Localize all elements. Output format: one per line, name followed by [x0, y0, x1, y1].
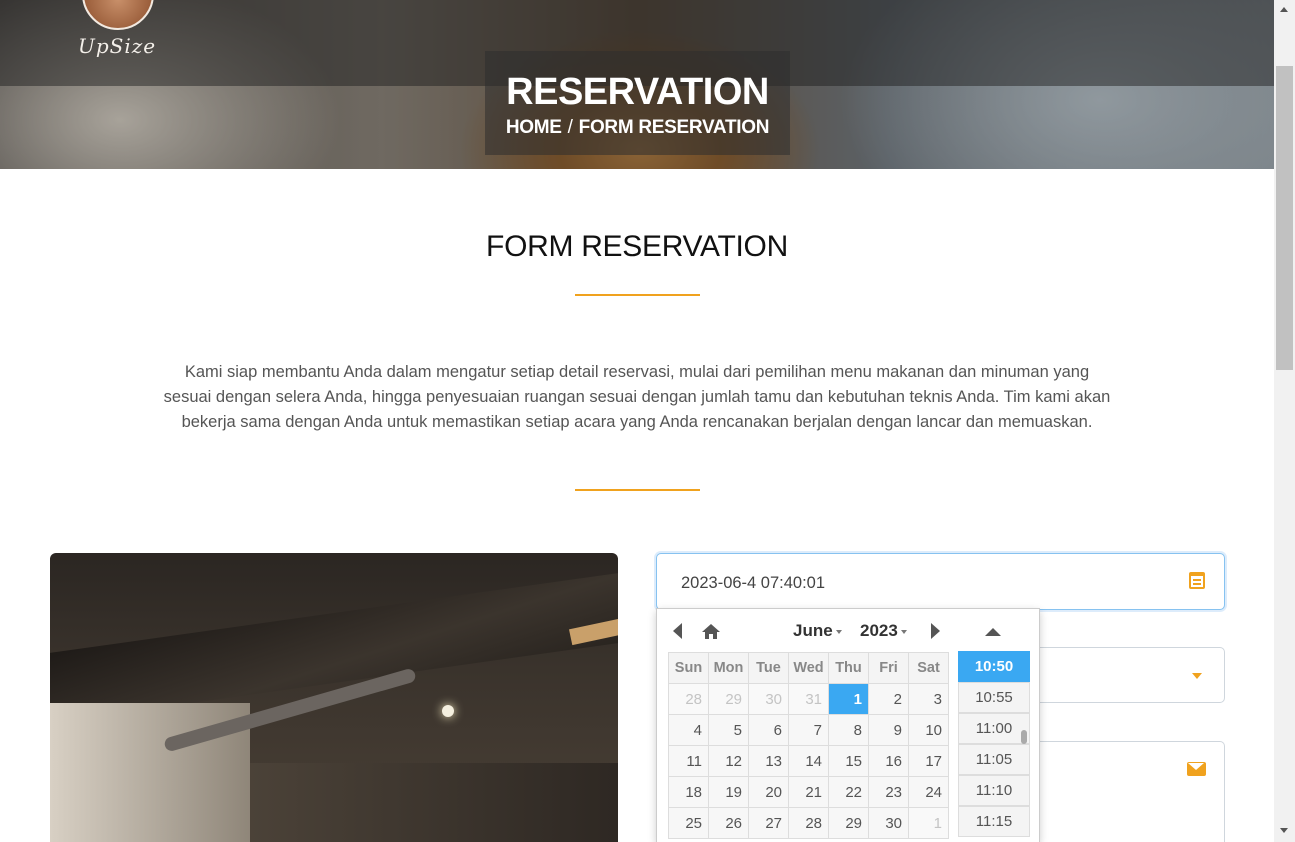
hero-banner: UpSize RESERVATION HOME / FORM RESERVATION — [0, 0, 1274, 169]
weekday-header: Mon — [708, 652, 749, 684]
breadcrumb-separator: / — [567, 117, 573, 138]
calendar-day[interactable]: 17 — [908, 745, 949, 777]
time-list: 10:50 10:55 11:00 11:05 11:10 11:15 — [958, 651, 1030, 842]
breadcrumb: HOME / FORM RESERVATION — [485, 117, 790, 139]
calendar-day[interactable]: 31 — [788, 683, 829, 715]
logo-text: UpSize — [78, 34, 157, 58]
intro-divider — [575, 489, 700, 491]
breadcrumb-current: FORM RESERVATION — [578, 117, 770, 138]
time-option[interactable]: 11:10 — [958, 775, 1030, 806]
weekday-header: Thu — [828, 652, 869, 684]
weekday-header: Tue — [748, 652, 789, 684]
datetime-picker: June 2023 Sun Mon Tue Wed Thu Fri Sat 28 29 30 31… — [656, 608, 1040, 842]
breadcrumb-home-link[interactable]: HOME — [506, 117, 562, 139]
intro-paragraph: Kami siap membantu Anda dalam mengatur s… — [163, 363, 1111, 431]
calendar-day[interactable]: 14 — [788, 745, 829, 777]
year-dropdown-icon — [900, 629, 907, 634]
home-icon[interactable] — [702, 624, 720, 640]
prev-month-icon[interactable] — [673, 623, 682, 639]
calendar-day[interactable]: 22 — [828, 776, 869, 808]
calendar-day[interactable]: 24 — [908, 776, 949, 808]
calendar-day[interactable]: 10 — [908, 714, 949, 746]
time-scroll-up-icon[interactable] — [985, 628, 1001, 636]
time-option[interactable]: 10:55 — [958, 682, 1030, 713]
scroll-up-icon[interactable] — [1280, 7, 1288, 12]
calendar-icon[interactable] — [1189, 572, 1205, 589]
calendar-day[interactable]: 8 — [828, 714, 869, 746]
page-scrollbar[interactable] — [1274, 0, 1295, 842]
time-list-scrollbar[interactable] — [1021, 730, 1027, 744]
time-option[interactable]: 11:00 — [958, 713, 1030, 744]
next-month-icon[interactable] — [931, 623, 940, 639]
month-dropdown-icon — [835, 629, 842, 634]
weekday-header: Sun — [668, 652, 709, 684]
restaurant-photo — [50, 553, 618, 842]
calendar-day[interactable]: 20 — [748, 776, 789, 808]
time-option[interactable]: 11:05 — [958, 744, 1030, 775]
calendar-day[interactable]: 3 — [908, 683, 949, 715]
calendar-day[interactable]: 29 — [708, 683, 749, 715]
calendar-day[interactable]: 29 — [828, 807, 869, 839]
page-title-box: RESERVATION HOME / FORM RESERVATION — [485, 51, 790, 155]
scroll-down-icon[interactable] — [1280, 828, 1288, 833]
calendar-day[interactable]: 23 — [868, 776, 909, 808]
calendar-grid: Sun Mon Tue Wed Thu Fri Sat 28 29 30 31 1 2 3 4 5 6 7 8 9 1… — [668, 652, 949, 839]
datetime-field[interactable] — [656, 553, 1225, 610]
caret-down-icon[interactable] — [1192, 673, 1202, 679]
calendar-day[interactable]: 19 — [708, 776, 749, 808]
month-select[interactable]: June — [793, 621, 842, 641]
ceiling-lamp — [442, 705, 454, 717]
calendar-day[interactable]: 30 — [748, 683, 789, 715]
calendar-day[interactable]: 15 — [828, 745, 869, 777]
calendar-day[interactable]: 7 — [788, 714, 829, 746]
calendar-day[interactable]: 6 — [748, 714, 789, 746]
calendar-day[interactable]: 27 — [748, 807, 789, 839]
calendar-day[interactable]: 16 — [868, 745, 909, 777]
calendar-day[interactable]: 26 — [708, 807, 749, 839]
calendar-day[interactable]: 4 — [668, 714, 709, 746]
calendar-day[interactable]: 30 — [868, 807, 909, 839]
time-option[interactable]: 11:15 — [958, 806, 1030, 837]
calendar-day[interactable]: 18 — [668, 776, 709, 808]
calendar-day[interactable]: 5 — [708, 714, 749, 746]
site-logo[interactable]: UpSize — [78, 0, 162, 78]
calendar-day[interactable]: 12 — [708, 745, 749, 777]
scroll-thumb[interactable] — [1276, 66, 1293, 370]
calendar-day[interactable]: 1 — [908, 807, 949, 839]
envelope-icon — [1187, 762, 1206, 776]
calendar-day[interactable]: 13 — [748, 745, 789, 777]
weekday-header: Sat — [908, 652, 949, 684]
weekday-header: Fri — [868, 652, 909, 684]
section-title: FORM RESERVATION — [486, 230, 788, 263]
datetime-input[interactable] — [681, 570, 1161, 596]
title-divider — [575, 294, 700, 296]
page-title: RESERVATION — [506, 71, 769, 113]
year-select[interactable]: 2023 — [860, 621, 907, 641]
calendar-day[interactable]: 25 — [668, 807, 709, 839]
calendar-day[interactable]: 28 — [788, 807, 829, 839]
calendar-day[interactable]: 2 — [868, 683, 909, 715]
calendar-day[interactable]: 9 — [868, 714, 909, 746]
logo-emblem-icon — [82, 0, 154, 30]
weekday-header: Wed — [788, 652, 829, 684]
time-option[interactable]: 10:50 — [958, 651, 1030, 682]
calendar-day[interactable]: 11 — [668, 745, 709, 777]
calendar-day[interactable]: 21 — [788, 776, 829, 808]
calendar-day[interactable]: 1 — [828, 683, 869, 715]
calendar-day[interactable]: 28 — [668, 683, 709, 715]
